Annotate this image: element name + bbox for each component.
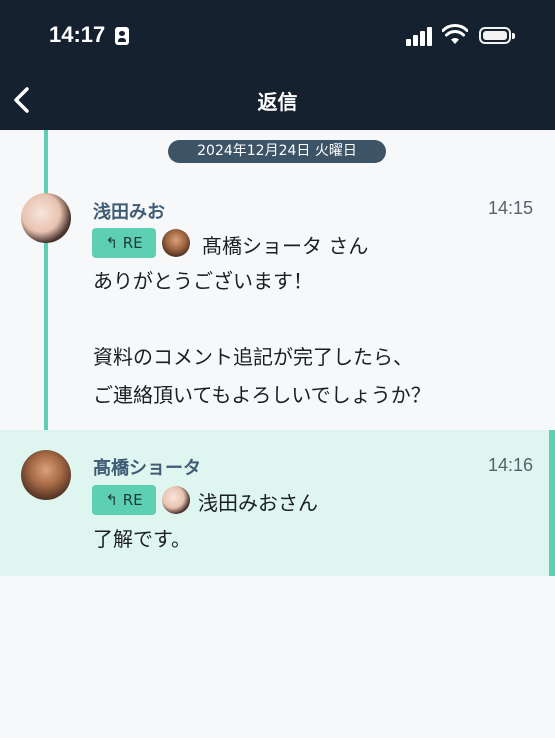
- cellular-signal-icon: [406, 26, 434, 46]
- battery-icon: [479, 27, 515, 44]
- avatar[interactable]: [21, 450, 71, 500]
- reply-target-name: 髙橋ショータ さん: [202, 234, 369, 258]
- message-time: 14:16: [487, 455, 533, 475]
- date-divider: 2024年12月24日 火曜日: [168, 140, 386, 163]
- message-body: 了解です。: [93, 527, 191, 551]
- message-body: ありがとうございます！ 資料のコメント追記が完了したら、 ご連絡頂いてもよろしい…: [93, 269, 431, 407]
- status-time: 14:17: [49, 22, 106, 47]
- status-bar: 14:17: [0, 0, 555, 72]
- person-id-icon: [115, 27, 129, 45]
- message-time: 14:15: [487, 198, 533, 218]
- page-title: 返信: [257, 90, 298, 114]
- highlight-accent-bar: [549, 430, 555, 576]
- reply-target-name: 浅田みおさん: [198, 491, 318, 515]
- message-item-highlighted[interactable]: 髙橋ショータ 14:16 ↰ RE 浅田みおさん 了解です。: [0, 430, 555, 576]
- message-item[interactable]: 浅田みお 14:15 ↰ RE 髙橋ショータ さん ありがとうございます！ 資料…: [0, 180, 555, 430]
- reply-badge[interactable]: ↰ RE: [92, 228, 156, 258]
- reply-avatar: [162, 229, 190, 257]
- reply-badge[interactable]: ↰ RE: [92, 485, 156, 515]
- sender-name[interactable]: 浅田みお: [93, 198, 165, 224]
- nav-bar: 返信: [0, 72, 555, 130]
- reply-avatar: [162, 486, 190, 514]
- wifi-icon: [442, 24, 468, 44]
- avatar[interactable]: [21, 193, 71, 243]
- sender-name[interactable]: 髙橋ショータ: [93, 454, 201, 480]
